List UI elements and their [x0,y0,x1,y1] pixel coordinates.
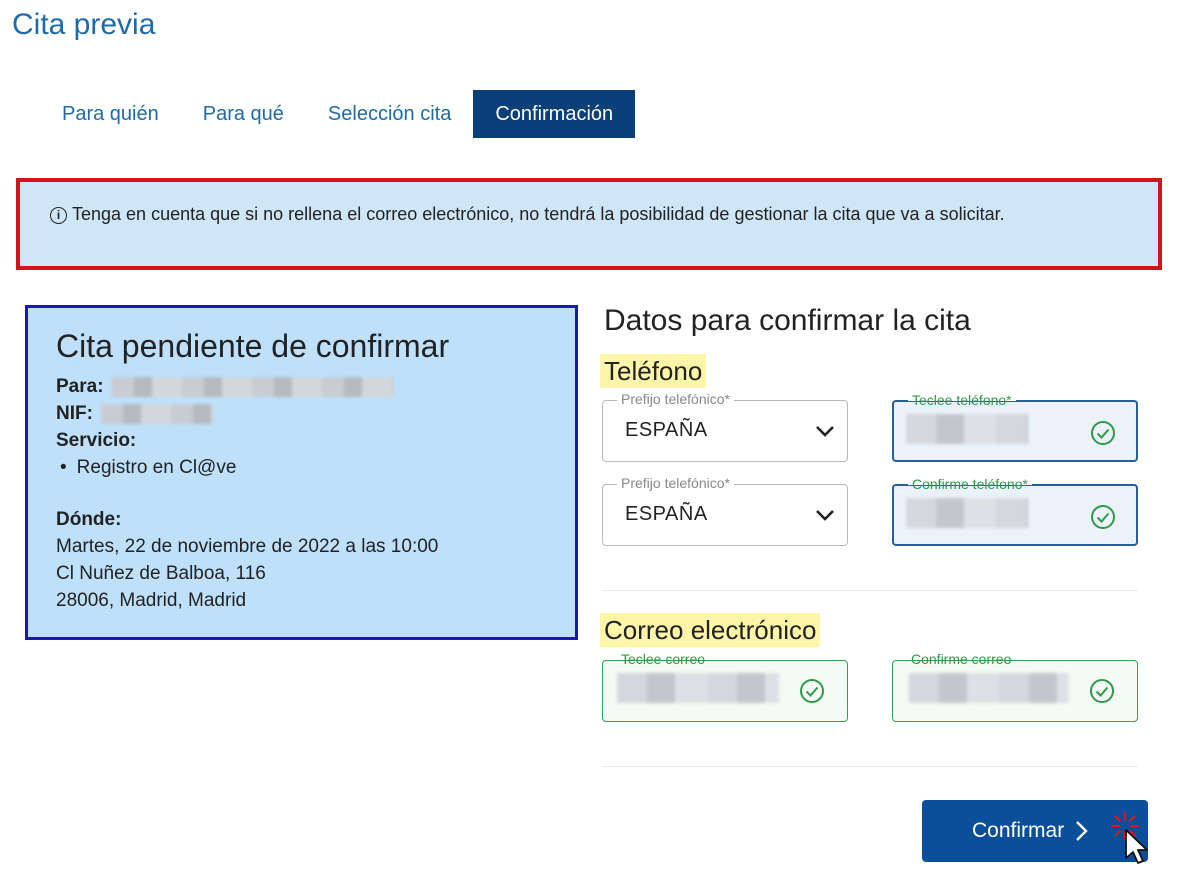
phone-section-label: Teléfono [600,354,707,388]
redacted-email [617,673,779,703]
email-confirm-input[interactable]: Confirme correo [892,650,1138,722]
tab-para-que[interactable]: Para qué [181,90,306,138]
para-label: Para: [56,376,104,397]
valid-check-icon [1090,679,1114,703]
redacted-phone-confirm [906,498,1028,528]
appointment-datetime: Martes, 22 de noviembre de 2022 a las 10… [56,536,439,557]
confirm-button-label: Confirmar [972,819,1065,842]
servicio-label: Servicio: [56,430,137,451]
email-input[interactable]: Teclee correo [602,650,848,722]
form-title: Datos para confirmar la cita [604,304,971,337]
phone-legend: Teclee teléfono* [908,391,1016,409]
phone-confirm-input[interactable]: Confirme teléfono* [892,475,1138,546]
phone-prefix-value: ESPAÑA [625,419,708,441]
email-legend: Teclee correo [617,650,710,668]
summary-title: Cita pendiente de confirmar [56,328,450,364]
phone-input[interactable]: Teclee teléfono* [892,391,1138,462]
appointment-address: Cl Nuñez de Balboa, 116 [56,563,266,584]
section-divider [602,766,1138,767]
service-item: Registro en Cl@ve [60,454,575,482]
phone-confirm-legend: Confirme teléfono* [908,475,1032,493]
nif-label: NIF: [56,403,93,424]
alert-text: Tenga en cuenta que si no rellena el cor… [72,204,1005,224]
page-title: Cita previa [12,8,156,41]
redacted-phone [906,414,1028,444]
email-warning-alert: i Tenga en cuenta que si no rellena el co… [16,178,1162,270]
location-block: Dónde: Martes, 22 de noviembre de 2022 a… [56,506,575,614]
appointment-summary: Cita pendiente de confirmar Para: NIF: S… [25,305,578,640]
step-tabs: Para quién Para qué Selección cita Confi… [40,90,636,138]
chevron-right-icon [1076,821,1088,841]
service-list: Registro en Cl@ve [56,454,575,482]
phone-prefix-confirm-select[interactable]: Prefijo telefónico* ESPAÑA [602,474,848,546]
valid-check-icon [1091,421,1115,445]
email-confirm-legend: Confirme correo [907,650,1016,668]
tab-seleccion-cita[interactable]: Selección cita [306,90,473,138]
donde-label: Dónde: [56,509,122,530]
chevron-down-icon [816,510,834,521]
mouse-pointer-icon [1125,829,1148,864]
phone-prefix-select[interactable]: Prefijo telefónico* ESPAÑA [602,390,848,462]
phone-prefix-legend: Prefijo telefónico* [617,390,734,408]
tab-confirmacion[interactable]: Confirmación [473,90,636,138]
redacted-nif [100,403,213,424]
chevron-down-icon [816,426,834,437]
redacted-email-confirm [909,673,1069,703]
valid-check-icon [800,679,824,703]
redacted-name [111,376,394,397]
phone-prefix-confirm-value: ESPAÑA [625,503,708,525]
info-icon: i [50,207,67,224]
phone-prefix-confirm-legend: Prefijo telefónico* [617,474,734,492]
tab-para-quien[interactable]: Para quién [40,90,181,138]
section-divider [602,590,1138,591]
appointment-city: 28006, Madrid, Madrid [56,590,247,611]
email-section-label: Correo electrónico [600,613,821,647]
valid-check-icon [1091,505,1115,529]
